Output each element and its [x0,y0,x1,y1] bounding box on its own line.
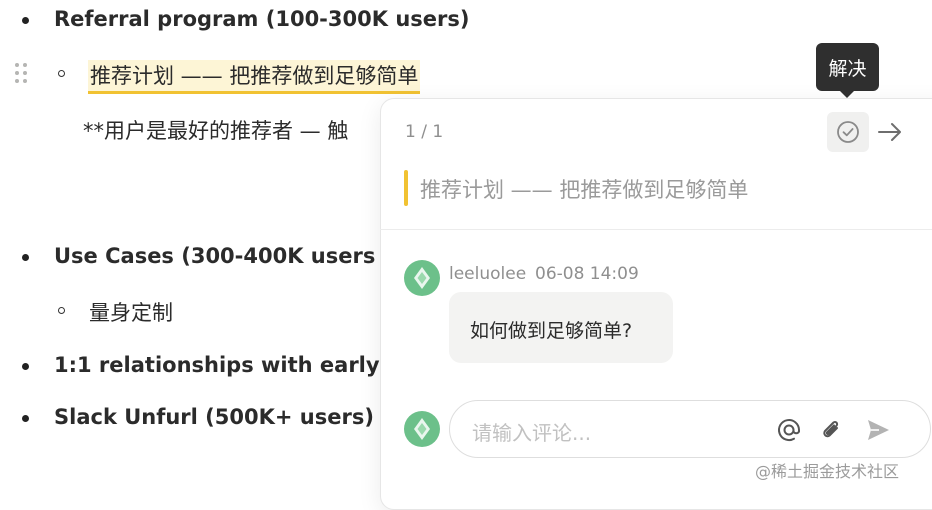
resolve-tooltip: 解决 [816,43,879,91]
check-circle-icon [837,121,859,143]
comment-input-placeholder: 请输入评论... [472,421,592,445]
quote-bar [404,170,408,206]
bullet [22,363,29,370]
arrow-right-icon [878,123,901,141]
next-comment-button[interactable] [875,116,905,148]
outline-item-slack-unfurl: Slack Unfurl (500K+ users) : [54,405,390,429]
drag-handle-icon[interactable] [13,61,29,85]
bullet [22,415,29,422]
tooltip-arrow [839,90,855,98]
mention-button[interactable] [775,416,803,444]
attach-button[interactable] [817,416,845,444]
sub-bullet [58,70,65,77]
avatar-icon [414,267,430,289]
avatar-icon [414,418,430,440]
outline-paragraph: **用户是最好的推荐者 — 触 [83,119,349,143]
resolve-button[interactable] [827,112,869,152]
resolve-tooltip-label: 解决 [828,57,867,80]
comment-text: 如何做到足够简单? [470,320,633,342]
at-icon [778,419,800,442]
outline-subitem: 量身定制 [89,301,173,325]
avatar [404,411,440,447]
send-icon [868,420,889,440]
quoted-text: 推荐计划 —— 把推荐做到足够简单 [420,178,749,202]
watermark: @稀土掘金技术社区 [755,462,900,481]
send-button[interactable] [863,415,893,445]
highlighted-text[interactable]: 推荐计划 —— 把推荐做到足够简单 [88,60,421,94]
bullet [22,17,29,24]
comment-counter: 1 / 1 [405,122,444,142]
bullet [22,254,29,261]
paperclip-icon [823,421,839,438]
divider [380,229,932,230]
sub-bullet [58,307,65,314]
avatar [404,260,440,296]
comment-author: leeluolee [449,264,527,284]
outline-item-relationships: 1:1 relationships with early c [54,353,400,377]
outline-item-referral: Referral program (100-300K users) [54,7,470,31]
comment-timestamp: 06-08 14:09 [535,264,639,284]
outline-item-use-cases: Use Cases (300-400K users [54,244,376,268]
